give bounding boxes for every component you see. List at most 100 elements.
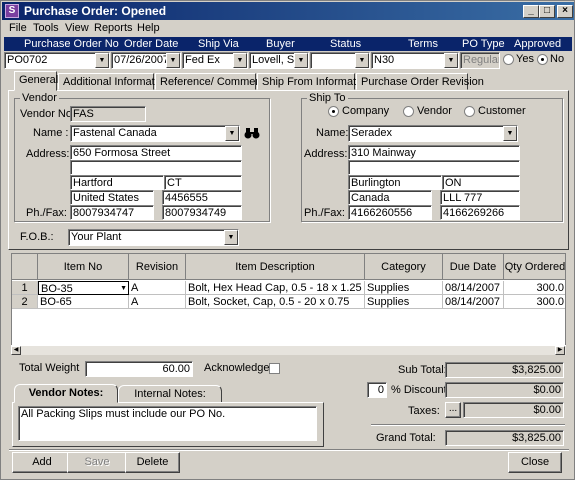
grid-header-description[interactable]: Item Description: [186, 254, 365, 280]
tab-ship-from-information[interactable]: Ship From Information: [257, 73, 371, 90]
ship-to-state-field[interactable]: ON: [442, 175, 520, 190]
tab-general[interactable]: General: [14, 71, 58, 91]
vendor-phone-field[interactable]: 8007934747: [70, 205, 154, 220]
ship-to-name-select[interactable]: Seradex ▼: [348, 125, 518, 142]
taxes-details-button[interactable]: ...: [445, 402, 461, 418]
chevron-down-icon[interactable]: ▼: [294, 53, 308, 68]
chevron-down-icon[interactable]: ▼: [355, 53, 369, 68]
qty-cell[interactable]: 300.0: [504, 281, 565, 295]
ship-to-company-radio[interactable]: [328, 106, 339, 117]
fob-select[interactable]: Your Plant ▼: [68, 229, 239, 246]
ship-to-address2-field[interactable]: [348, 160, 520, 175]
due-date-cell[interactable]: 08/14/2007: [443, 281, 504, 295]
vendor-country-field[interactable]: United States: [70, 190, 154, 205]
acknowledged-label: Acknowledged: [204, 362, 276, 374]
grid-header-due-date[interactable]: Due Date: [443, 254, 504, 280]
ship-to-city-field[interactable]: Burlington: [348, 175, 442, 190]
buyer-select[interactable]: Lovell, Sh ▼: [249, 52, 309, 69]
save-button[interactable]: Save: [67, 452, 127, 473]
row-number: 2: [12, 295, 38, 309]
item-no-cell[interactable]: BO-35 ▼: [38, 281, 129, 295]
label-po-no: Purchase Order No: [24, 38, 119, 50]
scroll-right-icon[interactable]: ▶: [555, 346, 565, 355]
qty-cell[interactable]: 300.0: [504, 295, 565, 309]
approved-no-radio[interactable]: [537, 54, 548, 65]
terms-select[interactable]: N30 ▼: [371, 52, 459, 69]
acknowledged-checkbox[interactable]: [269, 363, 280, 374]
chevron-down-icon[interactable]: ▼: [120, 282, 127, 294]
vendor-phfax-label: Ph./Fax:: [26, 207, 67, 219]
menu-file[interactable]: File: [9, 22, 27, 34]
status-select[interactable]: ▼: [310, 52, 370, 69]
add-button[interactable]: Add: [12, 452, 72, 473]
due-date-cell[interactable]: 08/14/2007: [443, 295, 504, 309]
menu-help[interactable]: Help: [137, 22, 160, 34]
ship-to-postal-field[interactable]: LLL 777: [440, 190, 520, 205]
scroll-left-icon[interactable]: ◀: [11, 346, 21, 355]
total-weight-field[interactable]: 60.00: [85, 361, 193, 377]
bottom-divider: [9, 449, 569, 451]
vendor-state-field[interactable]: CT: [164, 175, 242, 190]
po-type-field: Regular: [460, 52, 500, 69]
description-cell[interactable]: Bolt, Hex Head Cap, 0.5 - 18 x 1.25: [186, 281, 365, 295]
binoculars-icon[interactable]: [244, 127, 260, 140]
chevron-down-icon[interactable]: ▼: [233, 53, 247, 68]
ship-to-phone-field[interactable]: 4166260556: [348, 205, 432, 220]
revision-cell[interactable]: A: [129, 295, 186, 309]
app-icon: S: [5, 4, 19, 18]
close-window-button[interactable]: ×: [557, 5, 573, 18]
menu-reports[interactable]: Reports: [94, 22, 133, 34]
tab-vendor-notes[interactable]: Vendor Notes:: [14, 384, 118, 403]
tab-purchase-order-revision[interactable]: Purchase Order Revision: [356, 73, 484, 90]
chevron-down-icon[interactable]: ▼: [225, 126, 239, 141]
vendor-address1-field[interactable]: 650 Formosa Street: [70, 145, 242, 160]
order-date-select[interactable]: 07/26/2007 ▼: [111, 52, 181, 69]
category-cell[interactable]: Supplies: [365, 295, 443, 309]
items-grid[interactable]: Item No Revision Item Description Catego…: [11, 253, 566, 348]
ship-to-customer-radio[interactable]: [464, 106, 475, 117]
menu-view[interactable]: View: [65, 22, 89, 34]
vendor-name-select[interactable]: Fastenal Canada ▼: [70, 125, 240, 142]
chevron-down-icon[interactable]: ▼: [166, 53, 180, 68]
description-cell[interactable]: Bolt, Socket, Cap, 0.5 - 20 x 0.75: [186, 295, 365, 309]
vendor-notes-textarea[interactable]: All Packing Slips must include our PO No…: [18, 406, 317, 441]
po-number-value: PO0702: [7, 54, 48, 66]
vendor-postal-field[interactable]: 4456555: [162, 190, 242, 205]
grid-header-item-no[interactable]: Item No: [38, 254, 129, 280]
item-no-cell[interactable]: BO-65: [38, 295, 129, 309]
grid-header-category[interactable]: Category: [365, 254, 443, 280]
grid-horizontal-scrollbar[interactable]: ◀ ▶: [11, 345, 566, 355]
chevron-down-icon[interactable]: ▼: [224, 230, 238, 245]
chevron-down-icon[interactable]: ▼: [95, 53, 109, 68]
vendor-address2-field[interactable]: [70, 160, 242, 175]
tab-internal-notes[interactable]: Internal Notes:: [118, 385, 222, 403]
window-title: Purchase Order: Opened: [24, 4, 167, 18]
delete-button[interactable]: Delete: [125, 452, 180, 473]
approved-yes-radio[interactable]: [503, 54, 514, 65]
grid-header-qty-ordered[interactable]: Qty Ordered: [504, 254, 565, 280]
grid-header-revision[interactable]: Revision: [129, 254, 186, 280]
vendor-fax-field[interactable]: 8007934749: [162, 205, 242, 220]
ship-via-select[interactable]: Fed Ex ▼: [182, 52, 248, 69]
vendor-city-field[interactable]: Hartford: [70, 175, 164, 190]
po-number-select[interactable]: PO0702 ▼: [4, 52, 110, 69]
tab-additional-information[interactable]: Additional Information: [58, 73, 169, 90]
tab-reference-comments[interactable]: Reference/ Comments: [155, 73, 270, 90]
ship-to-country-field[interactable]: Canada: [348, 190, 432, 205]
discount-percent-field[interactable]: 0: [367, 382, 387, 398]
label-po-type: PO Type: [462, 38, 505, 50]
chevron-down-icon[interactable]: ▼: [444, 53, 458, 68]
maximize-button[interactable]: □: [539, 5, 555, 18]
ship-to-name-value: Seradex: [351, 127, 392, 139]
ship-to-address1-field[interactable]: 310 Mainway: [348, 145, 520, 160]
ship-to-vendor-radio[interactable]: [403, 106, 414, 117]
ship-to-fax-field[interactable]: 4166269266: [440, 205, 520, 220]
chevron-down-icon[interactable]: ▼: [503, 126, 517, 141]
close-button[interactable]: Close: [508, 452, 562, 473]
menu-tools[interactable]: Tools: [33, 22, 59, 34]
item-no-value: BO-35: [41, 283, 73, 295]
category-cell[interactable]: Supplies: [365, 281, 443, 295]
minimize-button[interactable]: _: [523, 5, 539, 18]
po-type-value: Regular: [463, 54, 500, 66]
revision-cell[interactable]: A: [129, 281, 186, 295]
